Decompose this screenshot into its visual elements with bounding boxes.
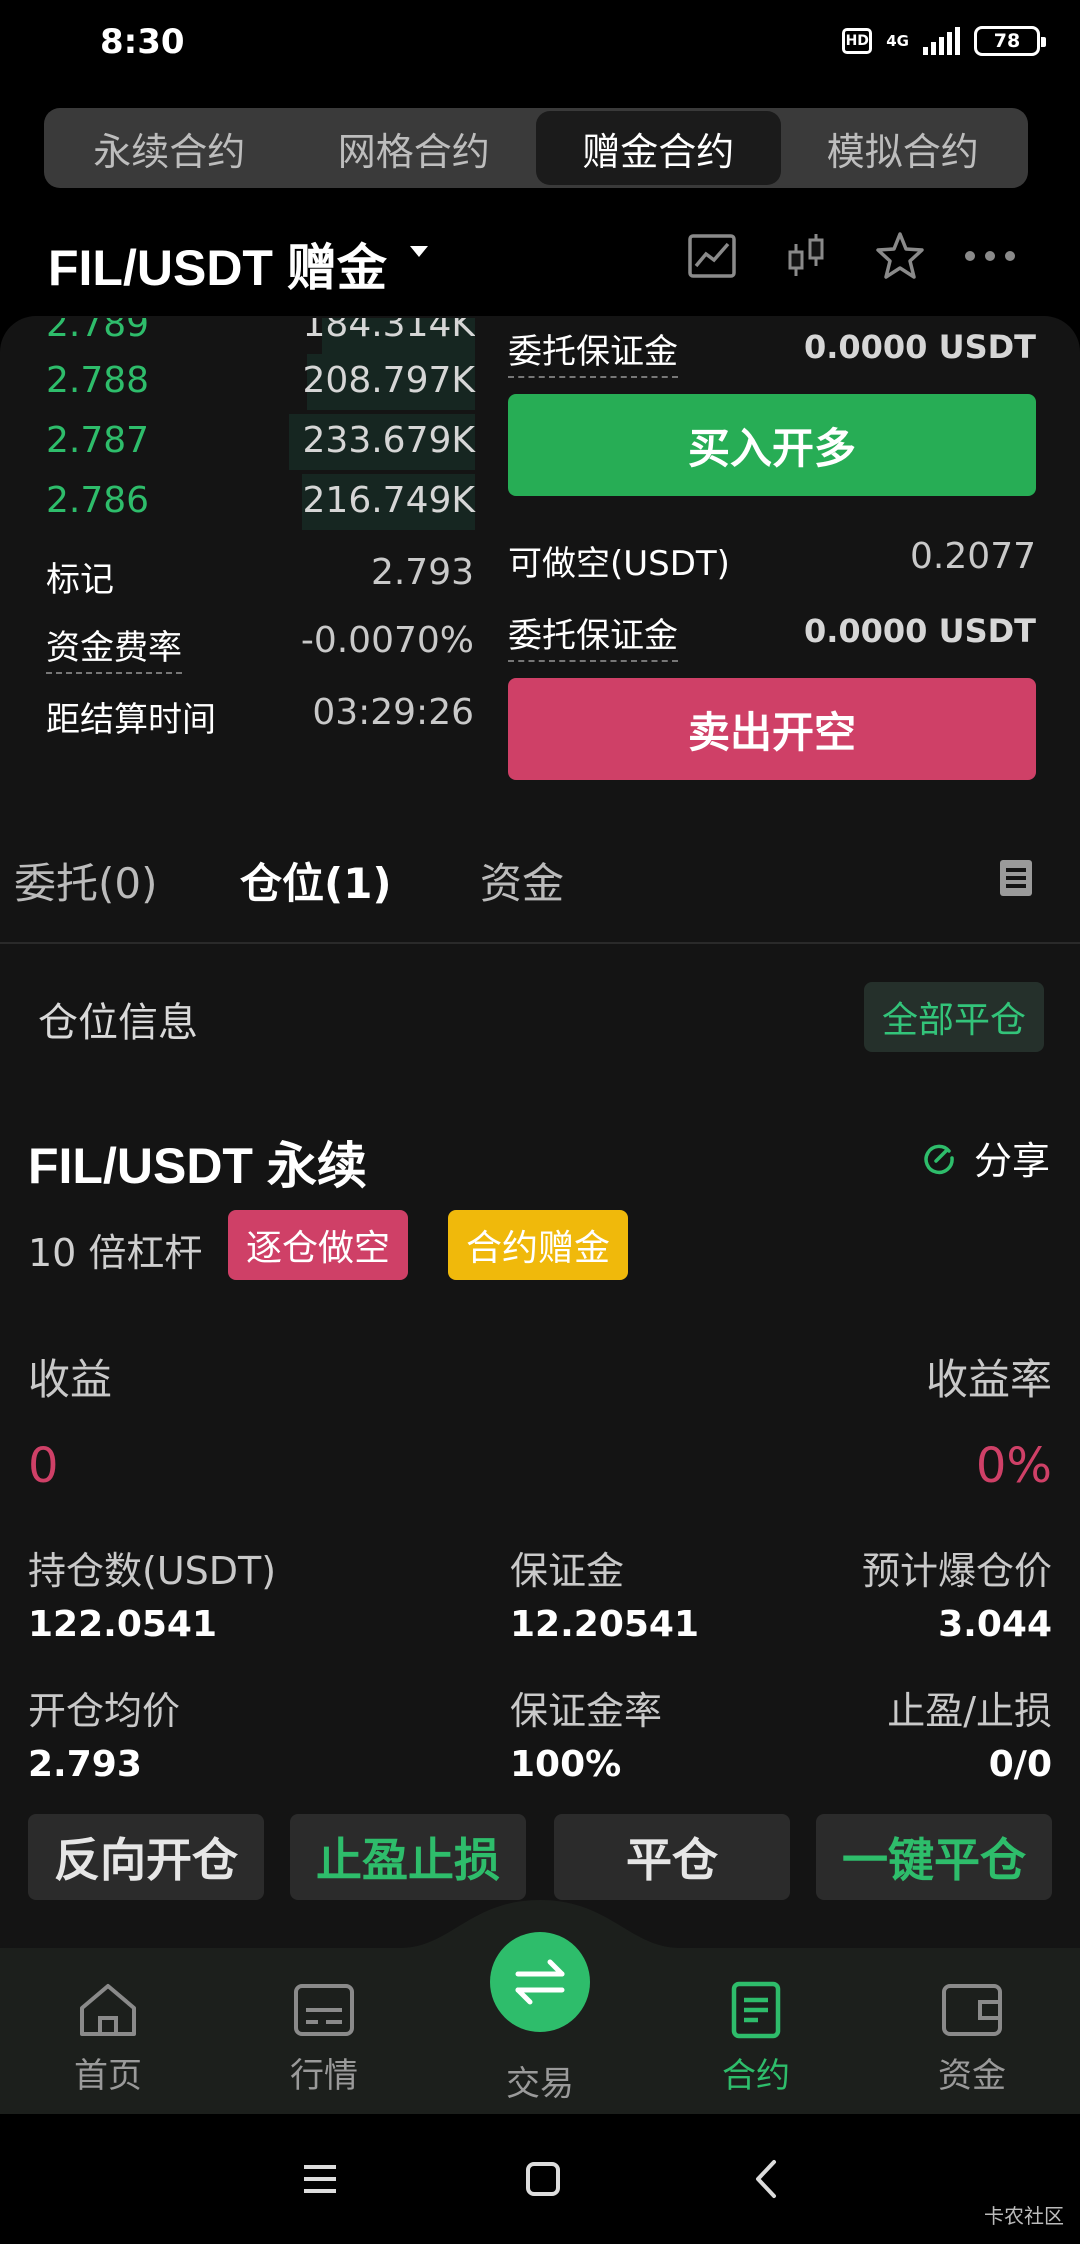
sell-short-button[interactable]: 卖出开空 [508,678,1036,780]
bid-price: 2.789 [46,304,150,345]
tpsl-label: 止盈/止损 [887,1689,1052,1733]
isolated-short-badge: 逐仓做空 [228,1210,409,1280]
nav-funds-label: 资金 [938,2056,1006,2096]
entry-price-label: 开仓均价 [28,1689,181,1733]
roe-value: 0% [975,1438,1052,1494]
home-square-icon[interactable] [524,2160,562,2198]
nav-contract-label: 合约 [722,2056,790,2096]
tab-positions[interactable]: 仓位(1) [240,850,392,911]
tpsl-value: 0/0 [988,1744,1052,1785]
more-icon[interactable] [962,230,1018,282]
contract-icon [731,1981,781,2039]
short-available-label: 可做空(USDT) [508,544,730,584]
position-info-title: 仓位信息 [38,1000,198,1046]
tab-bonus[interactable]: 赠金合约 [536,111,781,185]
entry-price-value: 2.793 [28,1744,142,1785]
bid-price: 2.786 [46,480,150,521]
settlement-time-label: 距结算时间 [46,700,216,740]
battery-icon: 78 [974,26,1046,56]
menu-icon[interactable] [300,2162,340,2196]
tab-funds[interactable]: 资金 [480,850,564,911]
contract-type-tabs: 永续合约 网格合约 赠金合约 模拟合约 [44,108,1028,188]
network-type: 4G [886,32,909,50]
swap-icon [515,1959,565,2005]
orderbook-bid-row[interactable]: 2.787 233.679K [0,412,475,472]
caret-down-icon[interactable] [410,246,428,257]
watermark: 卡农社区 [984,2204,1064,2228]
position-size-value: 122.0541 [28,1604,218,1645]
position-title: FIL/USDT 永续 [28,1138,367,1194]
position-size-label: 持仓数(USDT) [28,1549,277,1593]
status-icons: HD 4G 78 [842,26,1046,56]
bid-quantity: 216.749K [302,480,475,521]
tab-orders[interactable]: 委托(0) [14,850,158,911]
signal-icon [923,27,960,55]
orderbook-bid-row[interactable]: 2.786 216.749K [0,472,475,532]
margin-label: 保证金 [510,1549,625,1593]
nav-trade-label[interactable]: 交易 [480,2056,600,2105]
order-margin-value-long: 0.0000 USDT [803,328,1036,366]
bonus-badge: 合约赠金 [448,1210,629,1280]
battery-level: 78 [993,30,1021,52]
margin-rate-value: 100% [510,1744,622,1785]
leverage-label: 10 倍杠杆 [28,1231,203,1275]
order-margin-label-short[interactable]: 委托保证金 [508,616,678,662]
candlestick-icon[interactable] [780,230,832,282]
liq-price-value: 3.044 [938,1604,1052,1645]
star-icon[interactable] [874,230,926,282]
funding-rate-label[interactable]: 资金费率 [46,628,182,674]
chart-icon[interactable] [686,230,738,282]
bid-quantity: 184.314K [302,304,475,345]
share-icon [924,1144,954,1174]
tab-perpetual[interactable]: 永续合约 [47,111,292,185]
nav-contract[interactable]: 合约 [676,1980,836,2097]
bid-quantity: 208.797K [302,360,475,401]
margin-rate-label: 保证金率 [510,1689,663,1733]
wallet-icon [942,1984,1002,2036]
pnl-label: 收益 [28,1355,113,1404]
order-margin-value-short: 0.0000 USDT [803,612,1036,650]
roe-label: 收益率 [925,1355,1052,1404]
status-time: 8:30 [100,22,185,62]
order-history-icon[interactable] [998,858,1034,898]
tab-demo[interactable]: 模拟合约 [781,111,1026,185]
nav-funds[interactable]: 资金 [892,1980,1052,2097]
short-available-value: 0.2077 [910,536,1036,577]
orderbook-bid-row[interactable]: 2.788 208.797K [0,352,475,412]
orderbook-bid-row[interactable]: 2.789 184.314K [0,304,475,356]
settlement-time-value: 03:29:26 [312,692,474,733]
back-icon[interactable] [752,2158,782,2200]
nav-home-label: 首页 [74,2056,142,2096]
close-all-button[interactable]: 全部平仓 [864,982,1044,1052]
buy-long-button[interactable]: 买入开多 [508,394,1036,496]
nav-trade[interactable] [490,1932,590,2032]
share-label: 分享 [973,1139,1050,1183]
market-icon [294,1984,354,2036]
share-button[interactable]: 分享 [922,1130,1050,1185]
bid-price: 2.787 [46,420,150,461]
pair-selector[interactable]: FIL/USDT 赠金 [48,228,387,300]
liq-price-label: 预计爆仓价 [861,1549,1052,1593]
order-margin-label[interactable]: 委托保证金 [508,332,678,378]
bid-quantity: 233.679K [302,420,475,461]
tabs-divider [0,942,1080,944]
pnl-value: 0 [28,1438,59,1494]
bid-price: 2.788 [46,360,150,401]
funding-rate-value: -0.0070% [300,620,474,661]
tab-grid[interactable]: 网格合约 [292,111,537,185]
mark-price-value: 2.793 [370,552,474,593]
margin-value: 12.20541 [510,1604,700,1645]
nav-market[interactable]: 行情 [244,1980,404,2097]
hd-icon: HD [842,28,873,54]
home-icon [80,1984,136,2036]
nav-home[interactable]: 首页 [28,1980,188,2097]
nav-market-label: 行情 [290,2056,358,2096]
mark-price-label: 标记 [46,560,114,600]
